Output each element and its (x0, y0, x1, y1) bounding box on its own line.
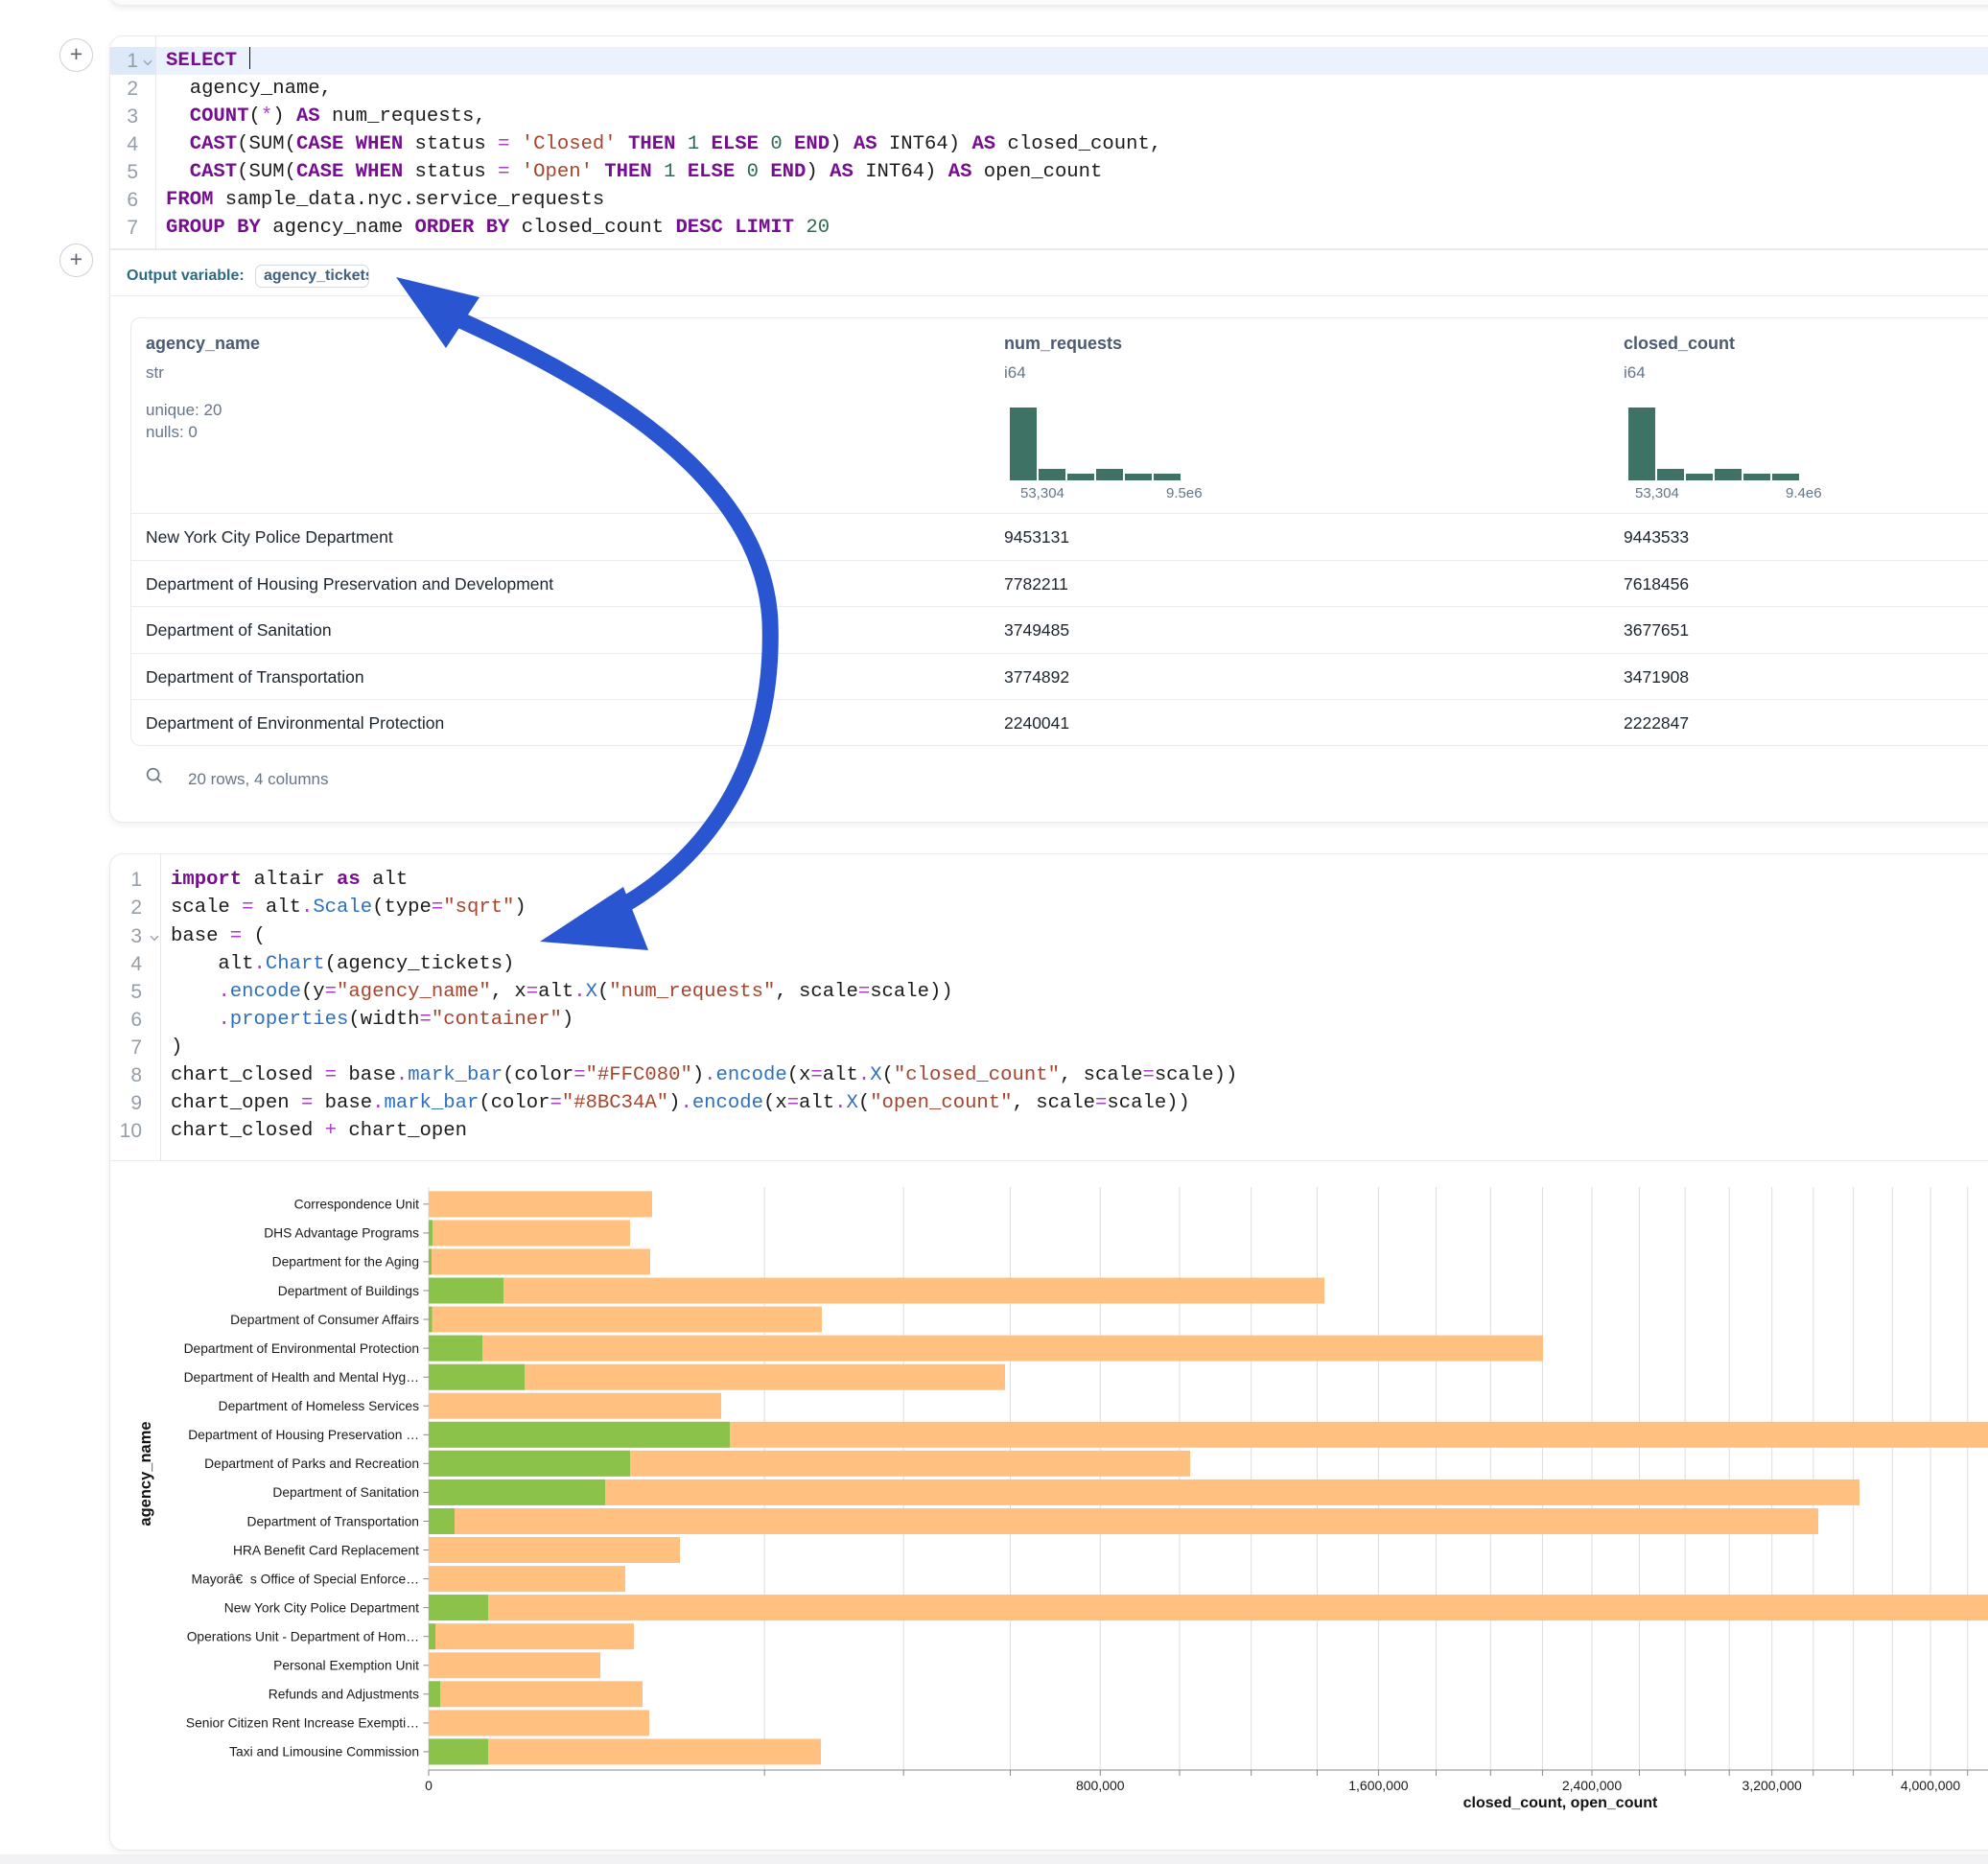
svg-text:1,600,000: 1,600,000 (1348, 1778, 1408, 1793)
svg-text:2,400,000: 2,400,000 (1562, 1778, 1622, 1793)
svg-text:Taxi and Limousine Commission: Taxi and Limousine Commission (229, 1745, 419, 1759)
svg-text:Department of Transportation: Department of Transportation (247, 1514, 419, 1528)
svg-text:3,200,000: 3,200,000 (1742, 1778, 1802, 1793)
svg-text:Department of Environmental Pr: Department of Environmental Protection (184, 1341, 419, 1356)
svg-text:Department of Buildings: Department of Buildings (278, 1284, 419, 1298)
svg-text:4,000,000: 4,000,000 (1901, 1778, 1960, 1793)
svg-text:Department of Housing Preserva: Department of Housing Preservation … (188, 1428, 419, 1442)
svg-text:DHS Advantage Programs: DHS Advantage Programs (264, 1226, 419, 1241)
svg-text:Department of Health and Menta: Department of Health and Mental Hyg… (184, 1370, 419, 1385)
svg-text:Department of Consumer Affairs: Department of Consumer Affairs (230, 1313, 419, 1327)
svg-text:0: 0 (425, 1778, 433, 1793)
svg-text:Department of Homeless Service: Department of Homeless Services (219, 1399, 419, 1413)
svg-text:Department of Parks and Recrea: Department of Parks and Recreation (204, 1456, 419, 1471)
svg-text:Refunds and Adjustments: Refunds and Adjustments (269, 1688, 419, 1702)
svg-text:Personal Exemption Unit: Personal Exemption Unit (273, 1659, 419, 1673)
svg-text:HRA Benefit Card Replacement: HRA Benefit Card Replacement (233, 1543, 419, 1557)
svg-text:Department of Sanitation: Department of Sanitation (272, 1485, 419, 1500)
svg-text:Department for the Aging: Department for the Aging (272, 1255, 419, 1270)
svg-text:Operations Unit - Department o: Operations Unit - Department of Hom… (187, 1630, 419, 1644)
svg-text:Correspondence Unit: Correspondence Unit (294, 1198, 420, 1212)
svg-text:closed_count, open_count: closed_count, open_count (1463, 1795, 1658, 1811)
svg-text:Senior Citizen Rent Increase E: Senior Citizen Rent Increase Exempti… (186, 1716, 419, 1731)
svg-text:Mayorâ€ s Office of Special E: Mayorâ€ s Office of Special Enforce… (192, 1572, 419, 1586)
svg-text:New York City Police Departmen: New York City Police Department (224, 1600, 419, 1615)
svg-text:agency_name: agency_name (137, 1421, 154, 1526)
svg-text:800,000: 800,000 (1076, 1778, 1125, 1793)
